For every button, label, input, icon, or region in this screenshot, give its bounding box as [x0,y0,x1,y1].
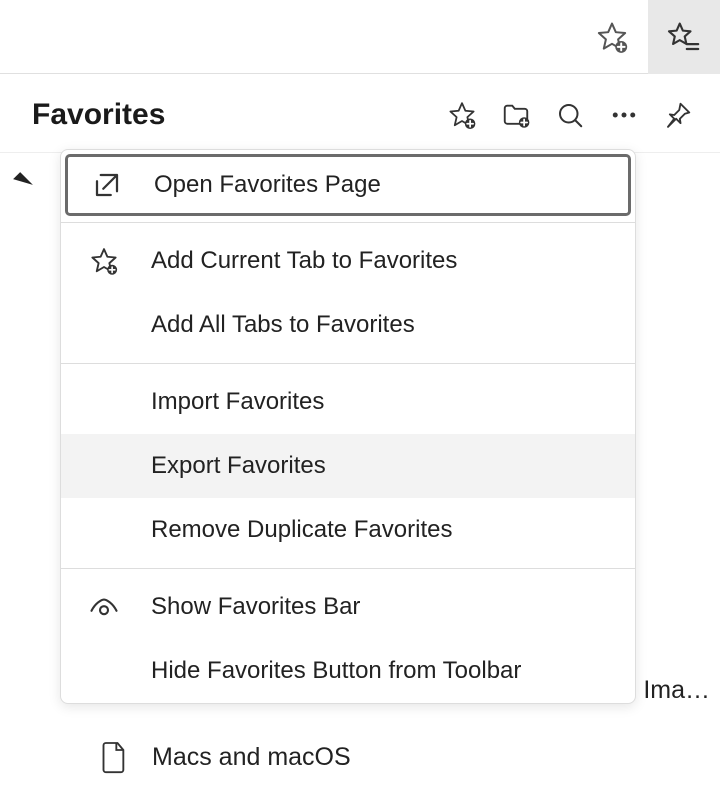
star-plus-icon [595,20,629,54]
menu-separator [61,222,635,223]
menu-separator [61,568,635,569]
add-folder-button[interactable] [490,89,542,141]
menu-item-open-favorites-page[interactable]: Open Favorites Page [65,154,631,216]
tree-collapse-triangle[interactable] [13,172,33,192]
menu-label: Add All Tabs to Favorites [151,311,415,339]
open-external-icon [92,170,132,200]
more-menu-button[interactable] [598,89,650,141]
add-favorite-star-top[interactable] [576,0,648,74]
menu-label: Remove Duplicate Favorites [151,516,452,544]
panel-title: Favorites [32,98,436,132]
menu-label: Add Current Tab to Favorites [151,247,457,275]
favorites-more-menu: Open Favorites Page Add Current Tab to F… [60,149,636,704]
favorite-row-label: Macs and macOS [152,743,351,772]
menu-item-remove-duplicates[interactable]: Remove Duplicate Favorites [61,498,635,562]
menu-label: Open Favorites Page [154,171,381,199]
menu-item-export-favorites[interactable]: Export Favorites [61,434,635,498]
favorites-panel-toggle[interactable] [648,0,720,74]
star-list-icon [667,20,701,54]
eye-icon [89,592,129,622]
menu-label: Export Favorites [151,452,326,480]
add-favorite-button[interactable] [436,89,488,141]
menu-label: Show Favorites Bar [151,593,360,621]
star-plus-icon [89,246,129,276]
menu-label: Import Favorites [151,388,324,416]
menu-separator [61,363,635,364]
star-plus-icon [447,100,477,130]
truncated-favorite-text: Ima… [643,676,710,705]
menu-item-import-favorites[interactable]: Import Favorites [61,370,635,434]
menu-label: Hide Favorites Button from Toolbar [151,657,521,685]
menu-item-hide-favorites-button[interactable]: Hide Favorites Button from Toolbar [61,639,635,703]
menu-item-add-all-tabs[interactable]: Add All Tabs to Favorites [61,293,635,357]
pin-panel-button[interactable] [652,89,704,141]
panel-header-actions [436,89,704,141]
more-horizontal-icon [609,100,639,130]
pin-icon [663,100,693,130]
favorites-panel-root: Favorites [0,0,720,794]
folder-plus-icon [501,100,531,130]
favorite-row-macs[interactable]: Macs and macOS [100,740,351,774]
file-icon [100,740,128,774]
favorites-panel-header: Favorites [0,80,720,150]
search-favorites-button[interactable] [544,89,596,141]
menu-item-add-current-tab[interactable]: Add Current Tab to Favorites [61,229,635,293]
menu-item-show-favorites-bar[interactable]: Show Favorites Bar [61,575,635,639]
search-icon [555,100,585,130]
browser-top-chrome [0,0,720,74]
